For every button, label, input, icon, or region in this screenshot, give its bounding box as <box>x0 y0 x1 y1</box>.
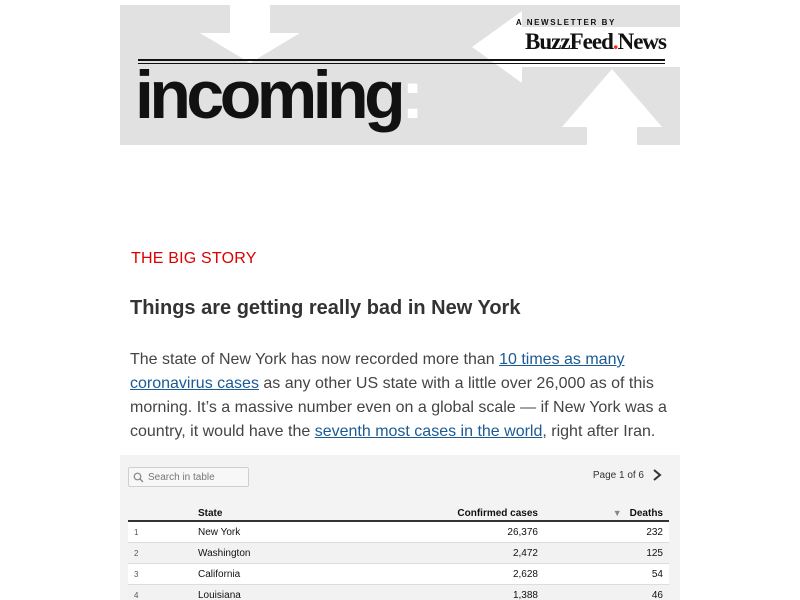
table-row: 4 Louisiana 1,388 46 <box>128 584 669 600</box>
section-kicker: THE BIG STORY <box>131 250 257 267</box>
table-row: 1 New York 26,376 232 <box>128 521 669 543</box>
table-header-row: State Confirmed cases ▼ Deaths <box>128 499 669 522</box>
cases-table: State Confirmed cases ▼ Deaths 1 New York… <box>128 499 669 600</box>
row-state: California <box>198 563 364 585</box>
table-row: 2 Washington 2,472 125 <box>128 542 669 564</box>
pagination-label: Page 1 of 6 <box>592 469 644 481</box>
search-icon <box>133 471 146 484</box>
row-rank: 3 <box>128 563 198 585</box>
newsletter-banner: A NEWSLETTER BY BuzzFeed.News incoming: <box>120 5 680 145</box>
row-rank: 1 <box>128 521 198 543</box>
column-header-deaths[interactable]: ▼ Deaths <box>544 499 669 522</box>
wordmark-text: incoming <box>135 57 406 133</box>
body-text-part-3: , right after Iran. <box>542 423 656 440</box>
column-header-confirmed-cases[interactable]: Confirmed cases <box>364 499 544 522</box>
row-state: New York <box>198 521 364 543</box>
cases-table-widget: Page 1 of 6 State Confirmed cases ▼ Death… <box>120 455 680 600</box>
newsletter-tagline: A NEWSLETTER BY <box>515 18 616 27</box>
table-pagination: Page 1 of 6 <box>593 468 664 482</box>
row-confirmed-cases: 2,472 <box>364 542 544 564</box>
table-search-input[interactable] <box>148 471 244 483</box>
table-row: 3 California 2,628 54 <box>128 563 669 585</box>
chevron-right-icon[interactable] <box>652 468 664 482</box>
column-header-rank <box>128 499 198 522</box>
table-search-box[interactable] <box>128 467 249 487</box>
row-confirmed-cases: 26,376 <box>364 521 544 543</box>
newsletter-page: A NEWSLETTER BY BuzzFeed.News incoming: … <box>0 0 800 600</box>
row-deaths: 232 <box>544 521 669 543</box>
column-header-state[interactable]: State <box>198 499 364 522</box>
row-state: Louisiana <box>198 584 364 600</box>
row-state: Washington <box>198 542 364 564</box>
deaths-header-label: Deaths <box>629 508 663 519</box>
article-headline: Things are getting really bad in New Yor… <box>130 297 521 319</box>
row-confirmed-cases: 1,388 <box>364 584 544 600</box>
row-rank: 2 <box>128 542 198 564</box>
row-rank: 4 <box>128 584 198 600</box>
brand-lockup: A NEWSLETTER BY BuzzFeed.News <box>515 18 667 54</box>
brand-name: BuzzFeed <box>525 29 614 54</box>
buzzfeed-news-logo[interactable]: BuzzFeed.News <box>516 29 667 54</box>
link-seventh-most-cases[interactable]: seventh most cases in the world <box>315 423 543 440</box>
sort-descending-icon: ▼ <box>612 508 622 518</box>
row-deaths: 46 <box>544 584 669 600</box>
row-deaths: 54 <box>544 563 669 585</box>
body-text-part-1: The state of New York has now recorded m… <box>130 351 500 368</box>
row-deaths: 125 <box>544 542 669 564</box>
article-body: The state of New York has now recorded m… <box>130 348 678 444</box>
wordmark-colon: : <box>401 57 424 133</box>
row-confirmed-cases: 2,628 <box>364 563 544 585</box>
brand-suffix: News <box>617 29 667 54</box>
newsletter-wordmark: incoming: <box>135 61 424 129</box>
